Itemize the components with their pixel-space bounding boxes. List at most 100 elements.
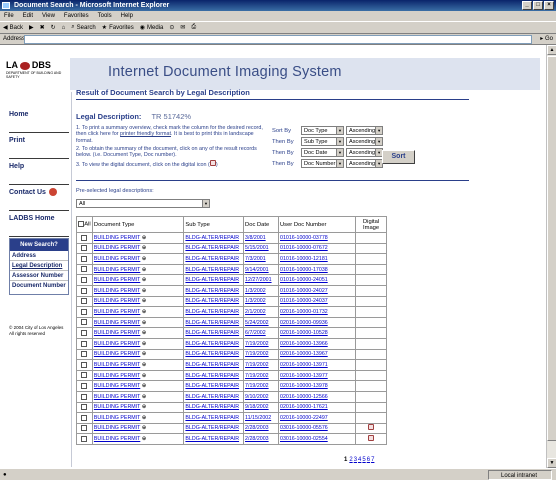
doc-type-cell[interactable]: BUILDING PERMIT ⊕ xyxy=(91,274,185,286)
page-link[interactable]: 5 xyxy=(362,457,365,463)
doc-number-link[interactable]: 01016-10000-03778 xyxy=(280,235,328,241)
sub-type-cell[interactable]: BLDG-ALTER/REPAIR xyxy=(183,433,245,445)
doc-date-link[interactable]: 1/3/2002 xyxy=(245,288,266,294)
row-checkbox[interactable] xyxy=(81,404,88,411)
doc-number-link[interactable]: 02016-10000-13971 xyxy=(280,362,328,368)
row-checkbox[interactable] xyxy=(81,266,88,273)
doc-number-cell[interactable]: 02016-10000-13977 xyxy=(277,369,357,382)
doc-date-link[interactable]: 9/14/2001 xyxy=(245,267,269,273)
doc-number-link[interactable]: 01016-10000-24037 xyxy=(280,298,328,304)
doc-type-cell[interactable]: BUILDING PERMIT ⊕ xyxy=(91,348,185,361)
doc-date-link[interactable]: 2/28/2003 xyxy=(245,425,269,431)
doc-date-link[interactable]: 2/1/2002 xyxy=(245,309,266,315)
doc-number-link[interactable]: 02016-10000-12566 xyxy=(280,394,328,400)
doc-number-link[interactable]: 02016-10000-13977 xyxy=(280,373,328,379)
sub-type-cell[interactable]: BLDG-ALTER/REPAIR xyxy=(183,369,245,382)
doc-number-cell[interactable]: 01016-10000-24037 xyxy=(277,295,357,308)
doc-date-link[interactable]: 7/19/2002 xyxy=(245,362,269,368)
row-checkbox[interactable] xyxy=(81,298,88,305)
info-icon[interactable]: ⊕ xyxy=(142,288,146,294)
doc-type-link[interactable]: BUILDING PERMIT xyxy=(94,330,140,336)
sort-by-order[interactable]: Ascending ▼ xyxy=(346,126,383,135)
info-icon[interactable]: ⊕ xyxy=(142,404,146,410)
row-checkbox[interactable] xyxy=(81,319,88,326)
sub-type-cell[interactable]: BLDG-ALTER/REPAIR xyxy=(183,412,245,424)
table-row[interactable]: BUILDING PERMIT ⊕ BLDG-ALTER/REPAIR 9/10/2… xyxy=(76,390,387,403)
row-checkbox[interactable] xyxy=(81,276,88,283)
table-row[interactable]: BUILDING PERMIT ⊕ BLDG-ALTER/REPAIR 12/27/… xyxy=(76,274,387,286)
favorites-button[interactable]: ★ Favorites xyxy=(102,24,134,32)
sort-by-field[interactable]: Doc Type ▼ xyxy=(301,126,344,135)
doc-date-cell[interactable]: 7/19/2002 xyxy=(243,359,279,371)
row-select-cell[interactable] xyxy=(76,390,93,403)
info-icon[interactable]: ⊕ xyxy=(142,436,146,442)
sub-type-cell[interactable]: BLDG-ALTER/REPAIR xyxy=(183,306,245,318)
stop-icon[interactable]: ✖ xyxy=(40,24,45,31)
info-icon[interactable]: ⊕ xyxy=(142,309,146,315)
info-icon[interactable]: ⊕ xyxy=(142,330,146,336)
doc-number-cell[interactable]: 02016-10000-13978 xyxy=(277,380,357,392)
doc-number-cell[interactable]: 01016-10000-17038 xyxy=(277,263,357,276)
sub-type-link[interactable]: BLDG-ALTER/REPAIR xyxy=(185,425,239,431)
table-row[interactable]: BUILDING PERMIT ⊕ BLDG-ALTER/REPAIR 1/3/20… xyxy=(76,295,387,308)
sub-type-cell[interactable]: BLDG-ALTER/REPAIR xyxy=(183,327,245,339)
doc-type-cell[interactable]: BUILDING PERMIT ⊕ xyxy=(91,359,185,371)
row-checkbox[interactable] xyxy=(81,340,88,347)
info-icon[interactable]: ⊕ xyxy=(142,320,146,326)
menu-edit[interactable]: Edit xyxy=(23,11,33,21)
doc-date-link[interactable]: 9/18/2002 xyxy=(245,404,269,410)
scroll-down-icon[interactable]: ▼ xyxy=(547,458,556,468)
digital-image-icon[interactable] xyxy=(368,424,375,431)
info-icon[interactable]: ⊕ xyxy=(142,425,146,431)
table-row[interactable]: BUILDING PERMIT ⊕ BLDG-ALTER/REPAIR 11/15/… xyxy=(76,412,387,424)
doc-type-link[interactable]: BUILDING PERMIT xyxy=(94,351,140,357)
info-icon[interactable]: ⊕ xyxy=(142,341,146,347)
menu-file[interactable]: File xyxy=(4,11,14,21)
table-row[interactable]: BUILDING PERMIT ⊕ BLDG-ALTER/REPAIR 2/28/2… xyxy=(76,422,387,435)
doc-date-cell[interactable]: 2/28/2003 xyxy=(243,422,279,435)
doc-type-link[interactable]: BUILDING PERMIT xyxy=(94,383,140,389)
doc-type-cell[interactable]: BUILDING PERMIT ⊕ xyxy=(91,232,185,244)
doc-date-cell[interactable]: 7/19/2002 xyxy=(243,337,279,350)
sub-type-cell[interactable]: BLDG-ALTER/REPAIR xyxy=(183,232,245,244)
row-select-cell[interactable] xyxy=(76,253,93,265)
table-row[interactable]: BUILDING PERMIT ⊕ BLDG-ALTER/REPAIR 7/19/2… xyxy=(76,348,387,361)
doc-number-link[interactable]: 01016-10000-24027 xyxy=(280,288,328,294)
doc-type-link[interactable]: BUILDING PERMIT xyxy=(94,373,140,379)
info-icon[interactable]: ⊕ xyxy=(142,267,146,273)
doc-date-cell[interactable]: 2/1/2002 xyxy=(243,306,279,318)
doc-date-link[interactable]: 3/8/2001 xyxy=(245,235,266,241)
doc-type-link[interactable]: BUILDING PERMIT xyxy=(94,436,140,442)
row-select-cell[interactable] xyxy=(76,232,93,244)
media-button[interactable]: ◉ Media xyxy=(140,24,164,32)
doc-date-link[interactable]: 7/19/2002 xyxy=(245,383,269,389)
doc-date-cell[interactable]: 11/15/2002 xyxy=(243,412,279,424)
doc-type-cell[interactable]: BUILDING PERMIT ⊕ xyxy=(91,433,185,445)
doc-number-cell[interactable]: 01016-10000-24027 xyxy=(277,284,357,297)
doc-type-cell[interactable]: BUILDING PERMIT ⊕ xyxy=(91,401,185,414)
sub-type-cell[interactable]: BLDG-ALTER/REPAIR xyxy=(183,401,245,414)
row-checkbox[interactable] xyxy=(81,351,88,358)
doc-number-cell[interactable]: 03016-10000-05576 xyxy=(277,422,357,435)
doc-type-link[interactable]: BUILDING PERMIT xyxy=(94,362,140,368)
doc-type-link[interactable]: BUILDING PERMIT xyxy=(94,298,140,304)
then-by-field-1[interactable]: Sub Type ▼ xyxy=(301,137,344,146)
table-row[interactable]: BUILDING PERMIT ⊕ BLDG-ALTER/REPAIR 2/1/20… xyxy=(76,306,387,318)
sub-type-cell[interactable]: BLDG-ALTER/REPAIR xyxy=(183,348,245,361)
doc-number-link[interactable]: 03016-10000-02554 xyxy=(280,436,328,442)
doc-date-link[interactable]: 12/27/2001 xyxy=(245,277,272,283)
row-select-cell[interactable] xyxy=(76,401,93,414)
sub-type-link[interactable]: BLDG-ALTER/REPAIR xyxy=(185,245,239,251)
then-by-order-1[interactable]: Ascending ▼ xyxy=(346,137,383,146)
row-select-cell[interactable] xyxy=(76,295,93,308)
doc-date-cell[interactable]: 1/3/2002 xyxy=(243,295,279,308)
then-by-order-2[interactable]: Ascending ▼ xyxy=(346,148,383,157)
info-icon[interactable]: ⊕ xyxy=(142,235,146,241)
row-select-cell[interactable] xyxy=(76,316,93,329)
back-button[interactable]: ◀ Back xyxy=(3,24,23,32)
row-checkbox[interactable] xyxy=(81,393,88,400)
doc-type-cell[interactable]: BUILDING PERMIT ⊕ xyxy=(91,337,185,350)
refresh-icon[interactable]: ↻ xyxy=(51,24,56,31)
row-checkbox[interactable] xyxy=(81,329,88,336)
sub-type-link[interactable]: BLDG-ALTER/REPAIR xyxy=(185,373,239,379)
